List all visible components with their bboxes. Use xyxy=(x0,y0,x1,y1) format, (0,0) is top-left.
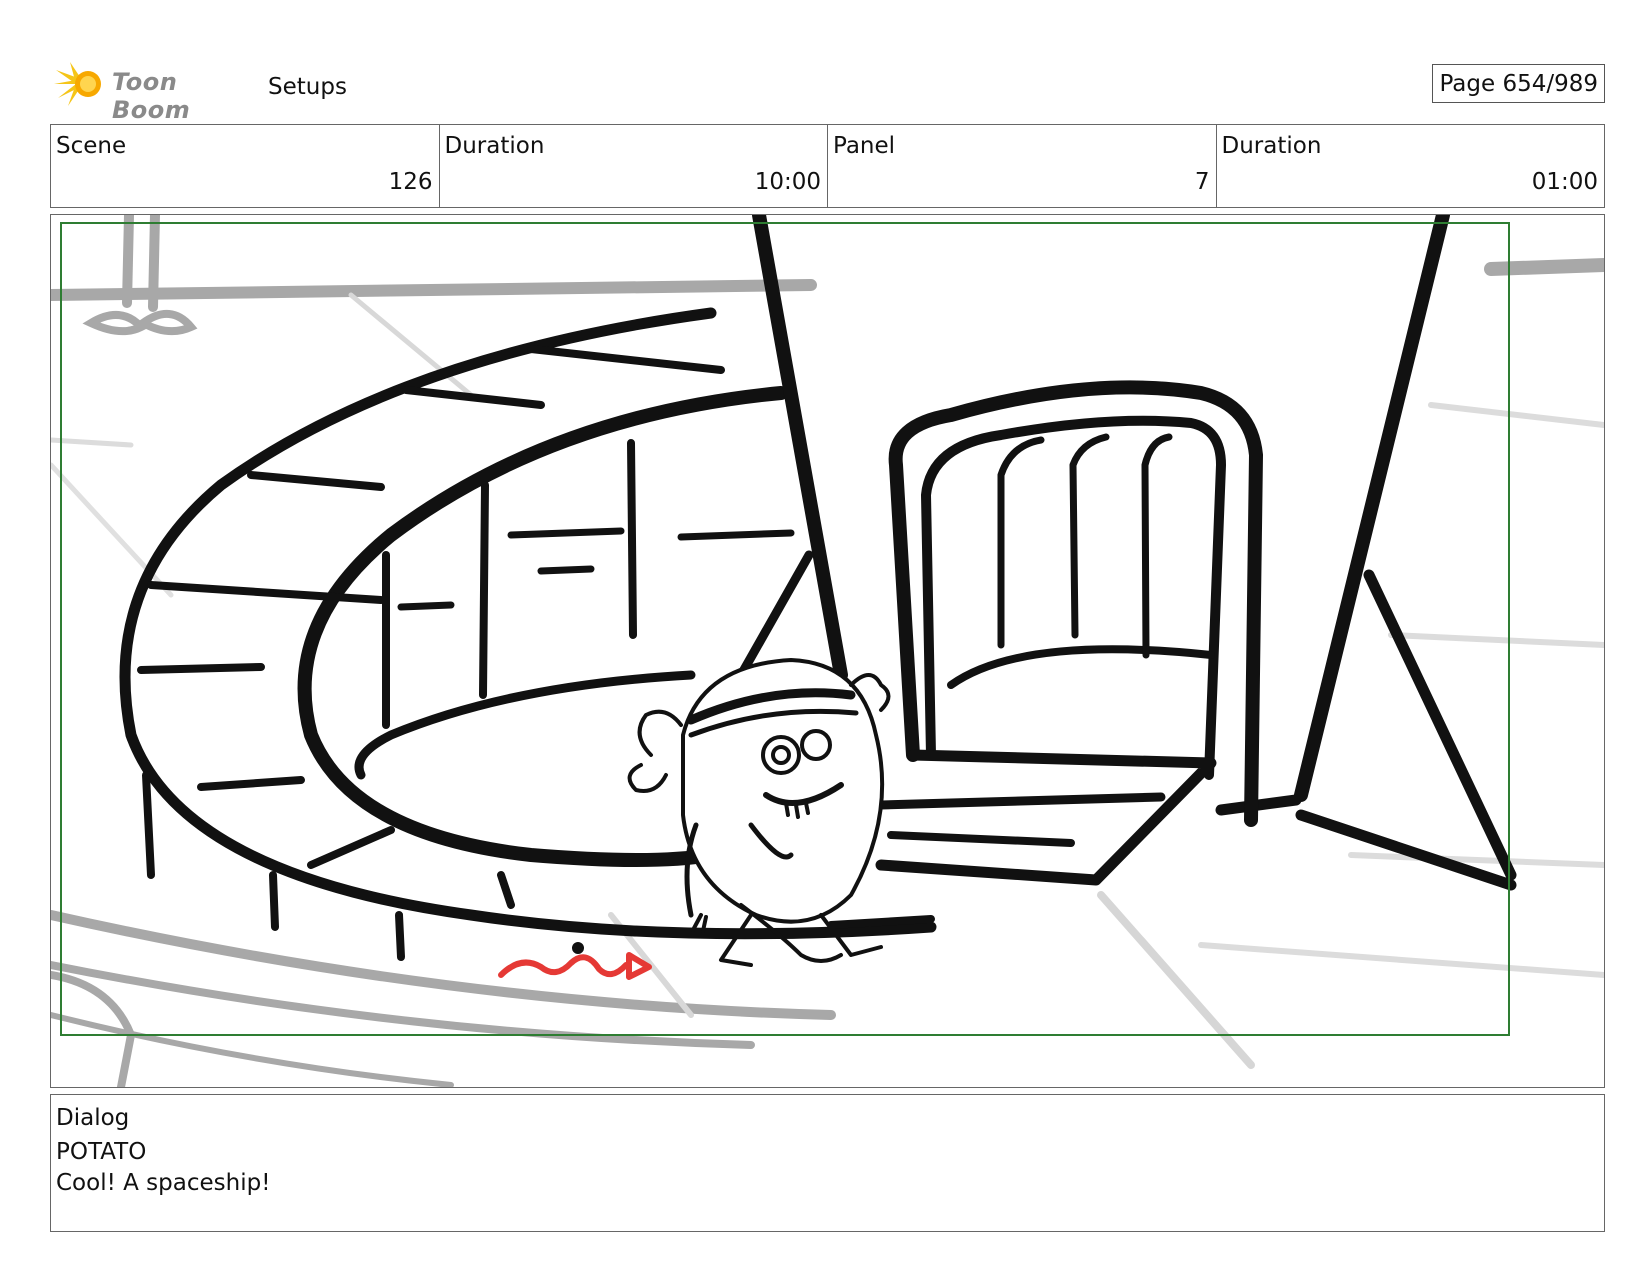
dialog-box: Dialog POTATO Cool! A spaceship! xyxy=(50,1094,1605,1232)
storyboard-panel xyxy=(50,214,1605,1088)
motion-arrow xyxy=(498,942,652,980)
background-sketch xyxy=(51,215,1604,1087)
scene-duration-value: 10:00 xyxy=(754,169,821,195)
dialog-line: Cool! A spaceship! xyxy=(56,1170,271,1196)
panel-duration-cell: Duration 01:00 xyxy=(1217,125,1605,207)
scene-duration-cell: Duration 10:00 xyxy=(440,125,828,207)
toon-boom-logo: Toon Boom xyxy=(54,60,264,124)
panel-duration-label: Duration xyxy=(1221,133,1322,159)
scene-cell: Scene 126 xyxy=(51,125,440,207)
logo-burst-icon xyxy=(54,62,101,106)
dialog-label: Dialog xyxy=(56,1105,130,1131)
panel-label: Panel xyxy=(833,133,896,159)
scene-label: Scene xyxy=(56,133,127,159)
dialog-speaker: POTATO xyxy=(56,1139,147,1165)
panel-duration-value: 01:00 xyxy=(1531,169,1598,195)
ship-doorway xyxy=(875,380,1263,886)
section-title: Setups xyxy=(268,74,347,100)
logo-text: Toon Boom xyxy=(112,68,191,124)
scene-duration-label: Duration xyxy=(444,133,545,159)
panel-sketch xyxy=(51,215,1604,1087)
panel-value: 7 xyxy=(1194,169,1210,195)
potato-character xyxy=(627,658,891,967)
panel-info-table: Scene 126 Duration 10:00 Panel 7 Duratio… xyxy=(50,124,1605,208)
scene-value: 126 xyxy=(388,169,433,195)
panel-cell: Panel 7 xyxy=(828,125,1217,207)
page-indicator: Page 654/989 xyxy=(1432,64,1605,103)
page-header: Toon Boom Setups Page 654/989 xyxy=(50,58,1605,124)
